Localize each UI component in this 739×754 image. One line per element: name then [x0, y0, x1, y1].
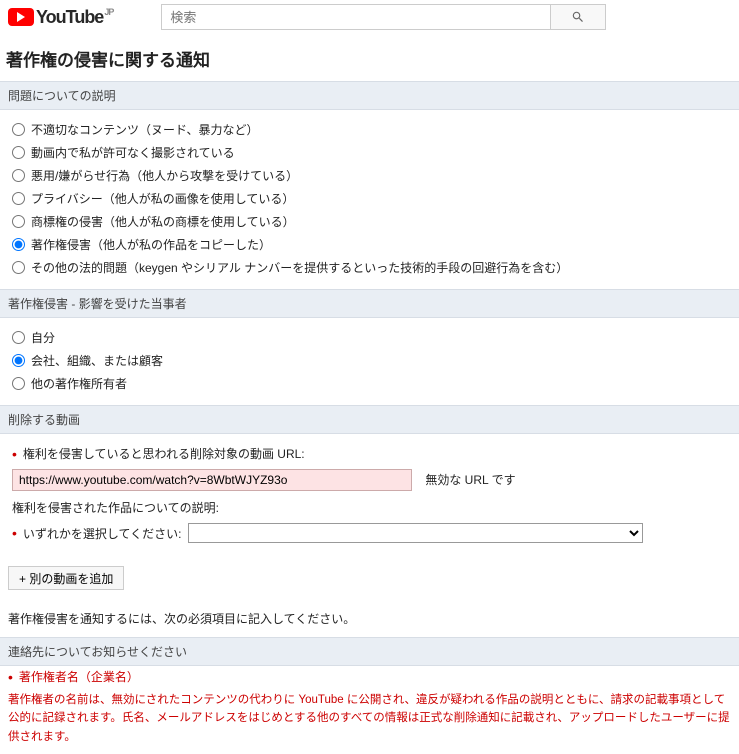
radio-issue-0[interactable] — [12, 123, 25, 136]
add-video-button[interactable]: + 別の動画を追加 — [8, 566, 124, 590]
header: YouTube JP — [0, 0, 739, 38]
logo-region-suffix: JP — [104, 7, 113, 17]
logo-text: YouTube — [36, 7, 103, 28]
radio-affected-2[interactable] — [12, 377, 25, 390]
url-error-text: 無効な URL です — [425, 473, 515, 487]
video-desc-label: 権利を侵害された作品についての説明: — [12, 495, 731, 520]
section-contact-heading: 連絡先についてお知らせください — [0, 637, 739, 666]
section-affected-heading: 著作権侵害 - 影響を受けた当事者 — [0, 289, 739, 318]
youtube-logo[interactable]: YouTube JP — [8, 7, 113, 28]
issue-option-5[interactable]: 著作権侵害（他人が私の作品をコピーした） — [12, 233, 731, 256]
radio-issue-3[interactable] — [12, 192, 25, 205]
search-bar — [161, 4, 606, 30]
issue-options: 不適切なコンテンツ（ヌード、暴力など） 動画内で私が許可なく撮影されている 悪用… — [0, 110, 739, 289]
issue-option-4[interactable]: 商標権の侵害（他人が私の商標を使用している） — [12, 210, 731, 233]
radio-affected-0[interactable] — [12, 331, 25, 344]
video-body: 権利を侵害していると思われる削除対象の動画 URL: 無効な URL です 権利… — [0, 434, 739, 556]
radio-issue-5[interactable] — [12, 238, 25, 251]
affected-option-1[interactable]: 会社、組織、または顧客 — [12, 349, 731, 372]
page-title: 著作権の侵害に関する通知 — [0, 38, 739, 81]
issue-option-1[interactable]: 動画内で私が許可なく撮影されている — [12, 141, 731, 164]
radio-issue-1[interactable] — [12, 146, 25, 159]
search-button[interactable] — [551, 4, 606, 30]
issue-option-0[interactable]: 不適切なコンテンツ（ヌード、暴力など） — [12, 118, 731, 141]
issue-option-6[interactable]: その他の法的問題（keygen やシリアル ナンバーを提供するといった技術的手段… — [12, 256, 731, 279]
issue-option-3[interactable]: プライバシー（他人が私の画像を使用している） — [12, 187, 731, 210]
search-input[interactable] — [161, 4, 551, 30]
radio-issue-6[interactable] — [12, 261, 25, 274]
video-url-input[interactable] — [12, 469, 412, 491]
owner-warning-text: 著作権者の名前は、無効にされたコンテンツの代わりに YouTube に公開され、… — [0, 687, 739, 754]
url-row: 無効な URL です — [12, 465, 731, 495]
issue-option-2[interactable]: 悪用/嫌がらせ行為（他人から攻撃を受けている） — [12, 164, 731, 187]
radio-issue-4[interactable] — [12, 215, 25, 228]
select-label: いずれかを選択してください: — [23, 525, 182, 542]
affected-option-0[interactable]: 自分 — [12, 326, 731, 349]
owner-name-row: 著作権者名（企業名） — [0, 666, 739, 687]
radio-affected-1[interactable] — [12, 354, 25, 367]
affected-options: 自分 会社、組織、または顧客 他の著作権所有者 — [0, 318, 739, 405]
page-root: YouTube JP 著作権の侵害に関する通知 問題についての説明 不適切なコン… — [0, 0, 739, 754]
radio-issue-2[interactable] — [12, 169, 25, 182]
video-type-row: いずれかを選択してください: — [12, 520, 731, 546]
url-label: 権利を侵害していると思われる削除対象の動画 URL: — [12, 442, 731, 465]
work-type-select[interactable] — [188, 523, 643, 543]
section-video-heading: 削除する動画 — [0, 405, 739, 434]
instruction-text: 著作権侵害を通知するには、次の必須項目に記入してください。 — [0, 600, 739, 637]
affected-option-2[interactable]: 他の著作権所有者 — [12, 372, 731, 395]
youtube-play-icon — [8, 8, 34, 26]
section-issue-heading: 問題についての説明 — [0, 81, 739, 110]
owner-name-label: 著作権者名（企業名） — [19, 668, 139, 685]
search-icon — [571, 10, 585, 24]
